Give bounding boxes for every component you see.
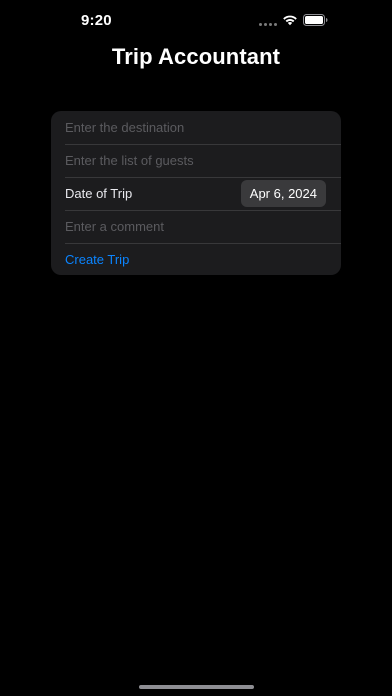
home-indicator[interactable] — [139, 685, 254, 689]
destination-input[interactable] — [65, 120, 325, 135]
guests-input[interactable] — [65, 153, 325, 168]
guests-row — [51, 144, 341, 177]
trip-form: Date of Trip Apr 6, 2024 Create Trip — [51, 111, 341, 275]
comment-row — [51, 210, 341, 243]
date-row: Date of Trip Apr 6, 2024 — [51, 177, 341, 210]
status-bar: 9:20 — [0, 0, 392, 44]
status-time: 9:20 — [81, 12, 112, 29]
page-title: Trip Accountant — [111, 44, 281, 69]
create-trip-button[interactable]: Create Trip — [65, 252, 129, 267]
comment-input[interactable] — [65, 219, 325, 234]
cellular-signal-icon — [259, 14, 277, 26]
status-icons — [259, 14, 328, 26]
date-picker-button[interactable]: Apr 6, 2024 — [240, 180, 326, 207]
destination-row — [51, 111, 341, 144]
wifi-icon — [282, 14, 298, 26]
battery-icon — [303, 14, 328, 26]
create-row: Create Trip — [51, 243, 341, 275]
date-label: Date of Trip — [65, 186, 133, 201]
